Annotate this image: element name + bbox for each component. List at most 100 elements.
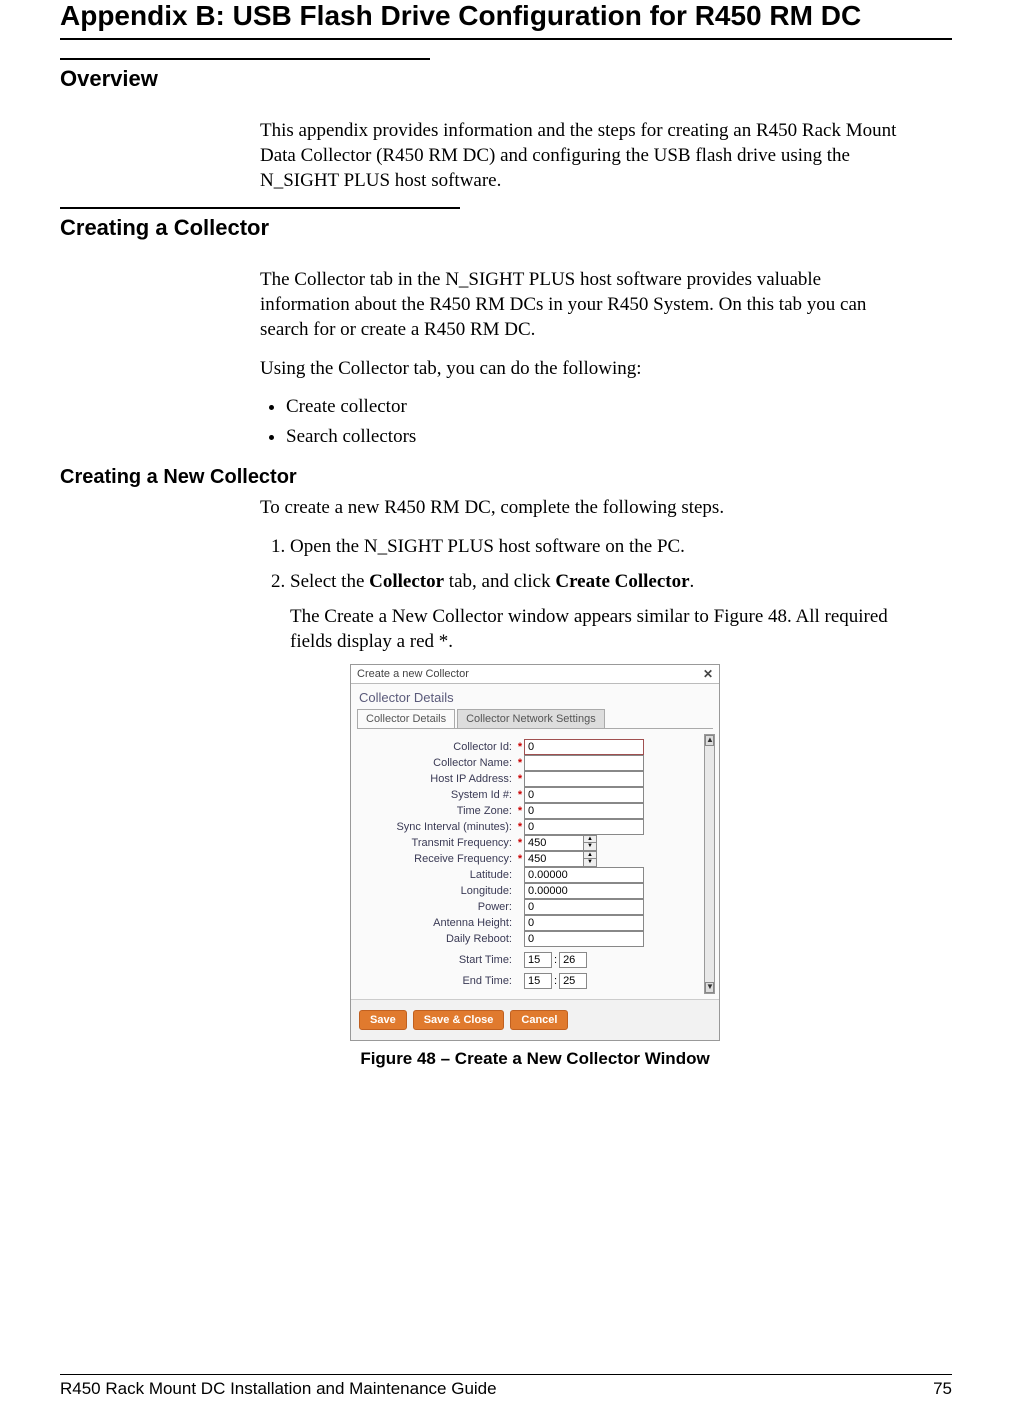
field-input[interactable] [524,803,644,819]
figure-caption: Figure 48 – Create a New Collector Windo… [270,1049,800,1069]
field-input[interactable] [524,771,644,787]
save-button[interactable]: Save [359,1010,407,1030]
end-time-label: End Time: [361,975,516,987]
save-close-button[interactable]: Save & Close [413,1010,505,1030]
field-label: Collector Name: [361,757,516,769]
close-icon[interactable]: ✕ [703,667,713,681]
field-input[interactable] [524,819,644,835]
field-label: Sync Interval (minutes): [361,821,516,833]
time-sep: : [554,954,557,966]
dialog-section-title: Collector Details [351,684,719,709]
new-collector-heading: Creating a New Collector [60,466,952,489]
field-label: Host IP Address: [361,773,516,785]
start-time-hour-input[interactable] [524,952,552,968]
field-label: Collector Id: [361,741,516,753]
end-time-min-input[interactable] [559,973,587,989]
scrollbar[interactable]: ▲ ▼ [704,734,715,994]
field-row: System Id #:* [361,787,699,803]
field-row: Latitude:* [361,867,699,883]
required-star-icon: * [516,757,524,769]
tab-collector-network-settings[interactable]: Collector Network Settings [457,709,605,728]
field-input[interactable] [524,899,644,915]
step-2-para: The Create a New Collector window appear… [290,604,900,654]
required-star-icon: * [516,805,524,817]
start-time-label: Start Time: [361,954,516,966]
footer-page-number: 75 [933,1379,952,1399]
field-row: Transmit Frequency:* ▲▼ [361,835,699,851]
field-label: Latitude: [361,869,516,881]
scroll-down-icon[interactable]: ▼ [705,982,714,993]
required-star-icon: * [516,789,524,801]
field-row: Collector Name:* [361,755,699,771]
required-star-icon: * [516,837,524,849]
step-2-text-c: . [690,571,695,592]
field-input[interactable] [524,931,644,947]
step-2-bold-1: Collector [369,571,444,592]
step-2-para-b: . [448,631,453,652]
field-end-time: End Time: * : [361,973,699,989]
field-input[interactable] [524,739,644,755]
creating-rule [60,207,460,209]
field-label: Longitude: [361,885,516,897]
creating-heading: Creating a Collector [60,215,952,241]
time-sep: : [554,975,557,987]
field-row: Receive Frequency:* ▲▼ [361,851,699,867]
field-input[interactable] [524,835,584,851]
field-row: Antenna Height:* [361,915,699,931]
required-star-icon: * [516,853,524,865]
overview-heading: Overview [60,66,952,92]
spinner-icon[interactable]: ▲▼ [583,835,597,851]
field-label: Time Zone: [361,805,516,817]
field-label: Antenna Height: [361,917,516,929]
creating-p2: Using the Collector tab, you can do the … [260,356,900,381]
tab-collector-details[interactable]: Collector Details [357,709,455,728]
field-row: Host IP Address:* [361,771,699,787]
bullet-create-collector: Create collector [286,396,900,418]
field-label: Daily Reboot: [361,933,516,945]
field-row: Longitude:* [361,883,699,899]
field-row: Daily Reboot:* [361,931,699,947]
appendix-title: Appendix B: USB Flash Drive Configuratio… [60,0,952,32]
required-star-icon: * [516,821,524,833]
field-input[interactable] [524,915,644,931]
field-input[interactable] [524,755,644,771]
steps-list: Open the N_SIGHT PLUS host software on t… [260,534,900,654]
overview-paragraph: This appendix provides information and t… [260,118,900,193]
page-footer: R450 Rack Mount DC Installation and Main… [60,1374,952,1399]
field-row: Time Zone:* [361,803,699,819]
end-time-hour-input[interactable] [524,973,552,989]
cancel-button[interactable]: Cancel [510,1010,568,1030]
dialog-buttons: Save Save & Close Cancel [351,999,719,1040]
dialog-tabs: Collector Details Collector Network Sett… [357,709,713,729]
creating-p1: The Collector tab in the N_SIGHT PLUS ho… [260,267,900,342]
field-input[interactable] [524,851,584,867]
field-row: Power:* [361,899,699,915]
dialog-body: ▲ ▼ Collector Id:*Collector Name:*Host I… [351,729,719,999]
creating-bullets: Create collector Search collectors [260,396,900,448]
create-collector-dialog: Create a new Collector ✕ Collector Detai… [350,664,720,1041]
field-label: Power: [361,901,516,913]
field-label: Transmit Frequency: [361,837,516,849]
required-star-icon: * [516,773,524,785]
dialog-titlebar: Create a new Collector ✕ [351,665,719,684]
field-input[interactable] [524,867,644,883]
field-start-time: Start Time: * : [361,952,699,968]
start-time-min-input[interactable] [559,952,587,968]
new-collector-intro: To create a new R450 RM DC, complete the… [260,495,900,520]
overview-rule [60,58,430,60]
spinner-icon[interactable]: ▲▼ [583,851,597,867]
scroll-up-icon[interactable]: ▲ [705,735,714,746]
field-input[interactable] [524,787,644,803]
step-2-text-b: tab, and click [444,571,555,592]
field-row: Sync Interval (minutes):* [361,819,699,835]
field-input[interactable] [524,883,644,899]
required-star-icon: * [516,741,524,753]
footer-doc-title: R450 Rack Mount DC Installation and Main… [60,1379,497,1399]
field-label: Receive Frequency: [361,853,516,865]
step-1: Open the N_SIGHT PLUS host software on t… [290,534,900,559]
step-2-para-a: The Create a New Collector window appear… [290,606,888,652]
required-star-indicator: * [439,631,449,652]
step-2-text-a: Select the [290,571,369,592]
bullet-search-collectors: Search collectors [286,426,900,448]
field-row: Collector Id:* [361,739,699,755]
